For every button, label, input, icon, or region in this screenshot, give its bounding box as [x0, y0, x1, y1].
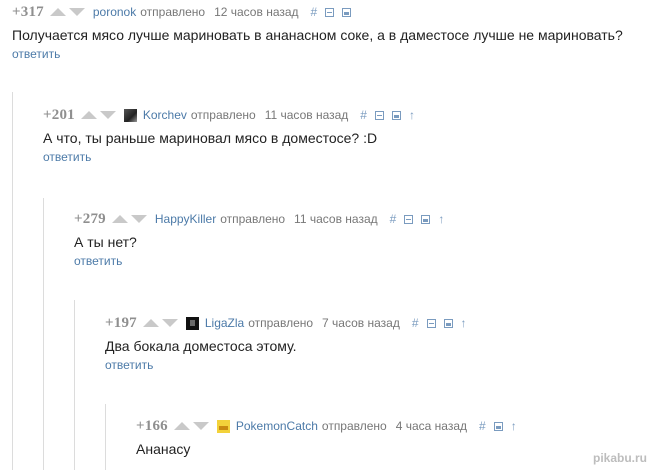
sent-label: отправлено	[140, 5, 206, 19]
comment-header: +201 Korchev отправлено 11 часов назад #…	[43, 105, 652, 125]
comment-rating: +166	[136, 417, 168, 434]
reply-link[interactable]: ответить	[12, 47, 60, 61]
comment-header: +197 LigaZla отправлено 7 часов назад # …	[105, 313, 652, 333]
collapse-icon[interactable]	[426, 318, 436, 328]
downvote-arrow-icon[interactable]	[68, 8, 85, 16]
comment-happykiller: +279 HappyKiller отправлено 11 часов наз…	[74, 209, 652, 270]
thread-line-level-1	[12, 92, 13, 470]
parent-arrow-icon[interactable]: ↑	[409, 108, 415, 122]
collapse-icon[interactable]	[374, 110, 384, 120]
sent-label: отправлено	[321, 419, 387, 433]
comment-korchev: +201 Korchev отправлено 11 часов назад #…	[43, 105, 652, 166]
collapse-icon[interactable]	[325, 7, 335, 17]
comment-author-link[interactable]: HappyKiller	[155, 212, 216, 226]
avatar[interactable]	[123, 108, 137, 122]
downvote-arrow-icon[interactable]	[161, 319, 178, 327]
save-icon[interactable]	[421, 214, 431, 224]
thread-line-level-4	[105, 404, 106, 470]
comment-rating: +197	[105, 314, 137, 331]
comment-rating: +317	[12, 3, 44, 20]
comment-text: Два бокала доместоса этому.	[105, 338, 297, 354]
comment-timestamp: 12 часов назад	[214, 5, 299, 19]
upvote-arrow-icon[interactable]	[142, 319, 159, 327]
comment-ligazla: +197 LigaZla отправлено 7 часов назад # …	[105, 313, 652, 374]
save-icon[interactable]	[342, 7, 352, 17]
downvote-arrow-icon[interactable]	[192, 422, 209, 430]
comment-author-link[interactable]: Korchev	[143, 108, 187, 122]
sent-label: отправлено	[190, 108, 256, 122]
comment-header: +166 PokemonCatch отправлено 4 часа наза…	[136, 416, 652, 436]
sent-label: отправлено	[248, 316, 314, 330]
avatar[interactable]	[216, 419, 230, 433]
comment-text: А что, ты раньше мариновал мясо в домест…	[43, 130, 378, 146]
save-icon[interactable]	[391, 110, 401, 120]
reply-link[interactable]: ответить	[105, 358, 153, 372]
upvote-arrow-icon[interactable]	[111, 215, 128, 223]
comment-timestamp: 11 часов назад	[264, 108, 349, 122]
comment-author-link[interactable]: poronok	[93, 5, 136, 19]
upvote-arrow-icon[interactable]	[173, 422, 190, 430]
permalink-hash-icon[interactable]: #	[360, 108, 367, 122]
upvote-arrow-icon[interactable]	[49, 8, 66, 16]
comment-timestamp: 11 часов назад	[294, 212, 378, 226]
permalink-hash-icon[interactable]: #	[412, 316, 419, 330]
thread-line-level-2	[43, 198, 44, 470]
permalink-hash-icon[interactable]: #	[311, 5, 318, 19]
reply-link[interactable]: ответить	[74, 254, 122, 268]
comment-author-link[interactable]: LigaZla	[205, 316, 244, 330]
parent-arrow-icon[interactable]: ↑	[461, 316, 467, 330]
comment-text: А ты нет?	[74, 234, 137, 250]
thread-line-level-3	[74, 300, 75, 470]
save-icon[interactable]	[493, 421, 503, 431]
site-watermark: pikabu.ru	[592, 451, 647, 465]
downvote-arrow-icon[interactable]	[99, 111, 116, 119]
comment-poronok: +317 poronok отправлено 12 часов назад #…	[12, 2, 652, 63]
permalink-hash-icon[interactable]: #	[479, 419, 486, 433]
sent-label: отправлено	[220, 212, 286, 226]
comment-text: Ананасу	[136, 441, 191, 457]
parent-arrow-icon[interactable]: ↑	[438, 212, 444, 226]
collapse-icon[interactable]	[404, 214, 414, 224]
reply-link[interactable]: ответить	[43, 150, 91, 164]
comment-timestamp: 4 часа назад	[395, 419, 468, 433]
downvote-arrow-icon[interactable]	[130, 215, 147, 223]
comment-timestamp: 7 часов назад	[322, 316, 400, 330]
parent-arrow-icon[interactable]: ↑	[511, 419, 517, 433]
upvote-arrow-icon[interactable]	[80, 111, 97, 119]
comment-rating: +279	[74, 210, 106, 227]
comment-header: +317 poronok отправлено 12 часов назад #	[12, 2, 652, 22]
permalink-hash-icon[interactable]: #	[390, 212, 397, 226]
comment-author-link[interactable]: PokemonCatch	[236, 419, 318, 433]
avatar[interactable]	[185, 316, 199, 330]
comment-pokemoncatch: +166 PokemonCatch отправлено 4 часа наза…	[136, 416, 652, 458]
save-icon[interactable]	[443, 318, 453, 328]
comment-rating: +201	[43, 106, 75, 123]
comment-header: +279 HappyKiller отправлено 11 часов наз…	[74, 209, 652, 229]
comment-text: Получается мясо лучше мариновать в анана…	[12, 27, 623, 43]
